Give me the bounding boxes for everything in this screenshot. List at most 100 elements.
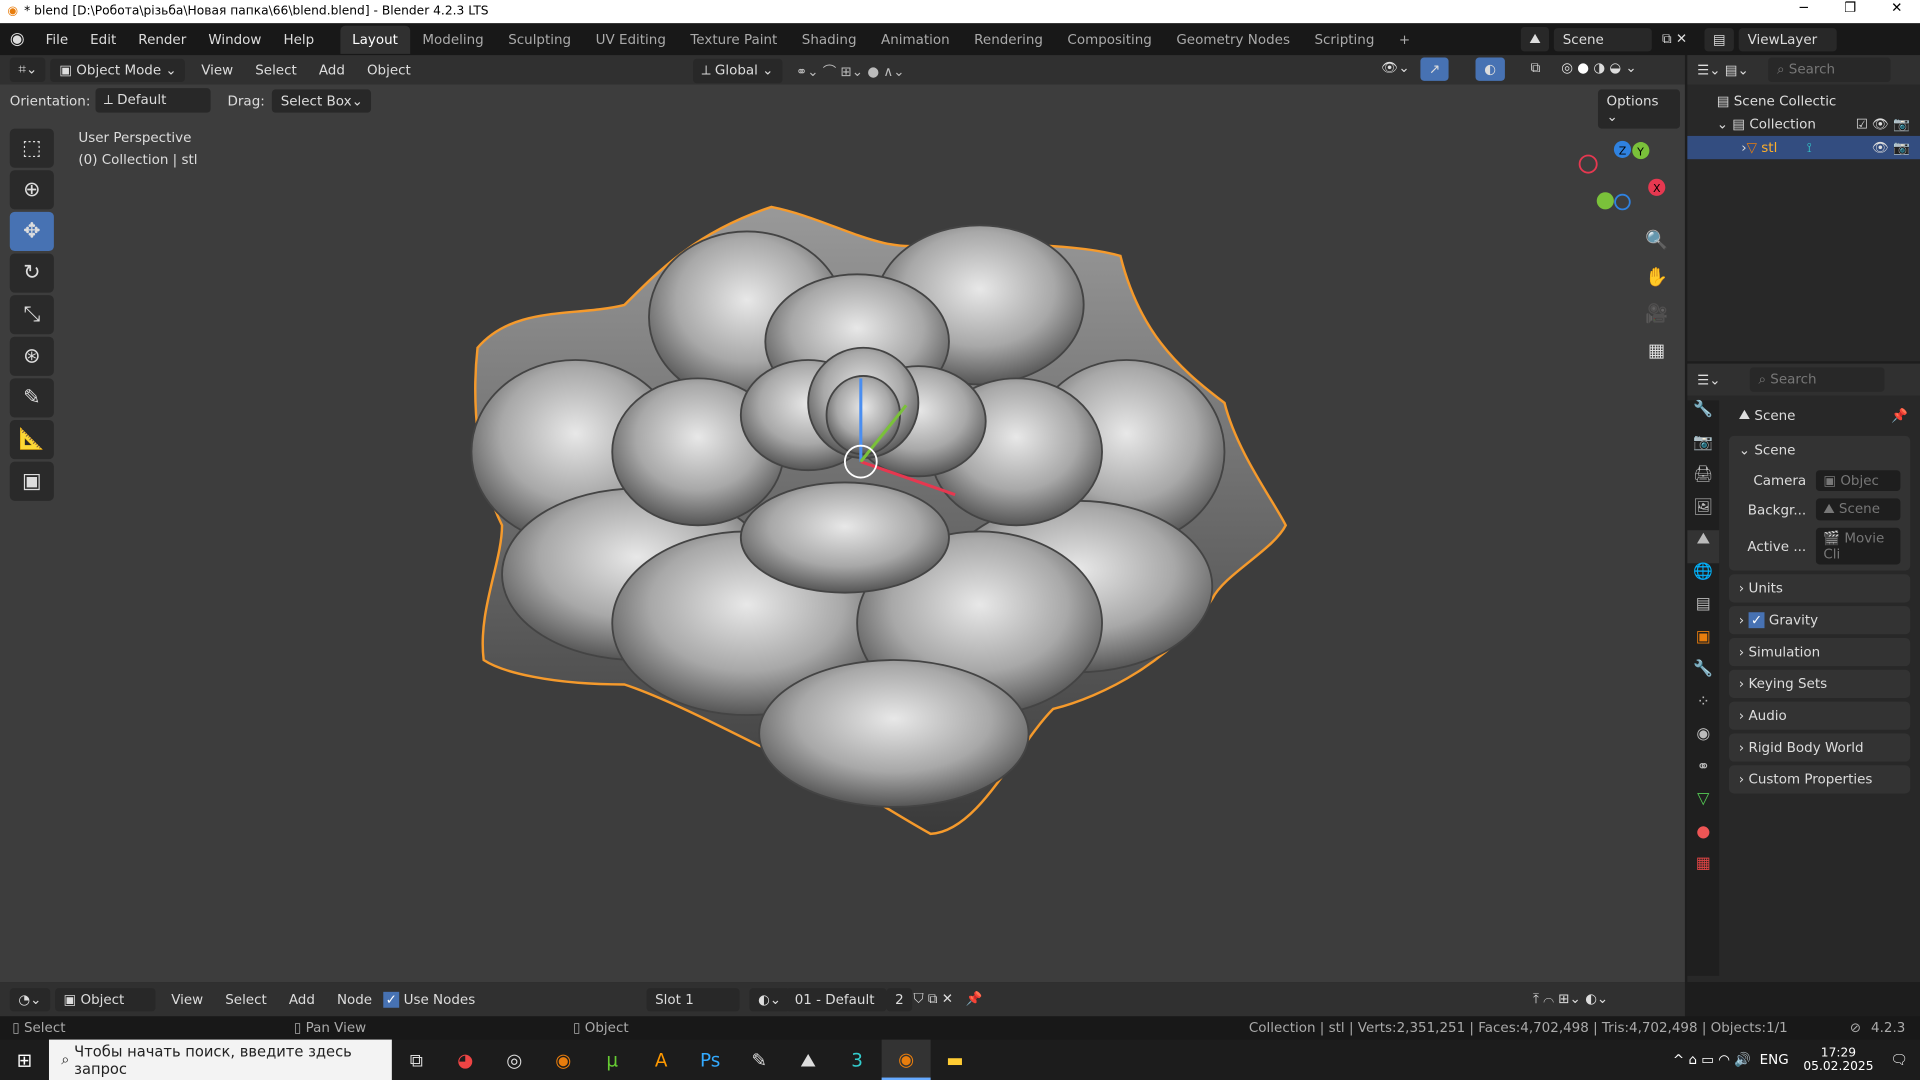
minimize-button[interactable]: ─ <box>1780 0 1827 16</box>
scene-panel-header[interactable]: ⌄ Scene <box>1739 442 1901 458</box>
texture-tab-icon[interactable]: ▦ <box>1687 855 1719 887</box>
tab-sculpting[interactable]: Sculpting <box>496 25 583 53</box>
notifications-icon[interactable]: 🗨 <box>1891 1052 1908 1068</box>
3d-viewport[interactable]: User Perspective (0) Collection | stl ⬚ … <box>0 84 1685 983</box>
app-icon[interactable]: ◎ <box>490 1040 539 1080</box>
mode-dropdown[interactable]: ▣ Object Mode ⌄ <box>50 58 186 82</box>
shader-type-dropdown[interactable]: ▣ Object <box>54 987 156 1011</box>
tab-shading[interactable]: Shading <box>790 25 869 53</box>
particles-tab-icon[interactable]: ⁘ <box>1687 692 1719 724</box>
tab-rendering[interactable]: Rendering <box>962 25 1055 53</box>
world-tab-icon[interactable]: 🌐 <box>1687 563 1719 595</box>
visibility-icon[interactable]: 👁⌄ <box>1381 60 1409 76</box>
slot-dropdown[interactable]: Slot 1 <box>646 988 740 1012</box>
menu-add[interactable]: Add <box>278 991 326 1007</box>
measure-tool-icon[interactable]: 📐 <box>9 420 54 460</box>
pin-icon[interactable]: 📌 <box>1891 407 1908 423</box>
section-gravity[interactable]: › ✓ Gravity <box>1728 606 1911 635</box>
tab-uv-editing[interactable]: UV Editing <box>583 25 678 53</box>
material-name-field[interactable]: 01 - Default <box>786 988 887 1012</box>
utorrent-icon[interactable]: µ <box>588 1040 637 1080</box>
restore-button[interactable]: ❐ <box>1827 0 1874 16</box>
tab-texture-paint[interactable]: Texture Paint <box>678 25 789 53</box>
scene-tab-icon[interactable]: ⛰ <box>1687 530 1720 563</box>
properties-search-input[interactable]: ⌕ Search <box>1749 367 1885 392</box>
camera-field[interactable]: ▣ Objec <box>1815 470 1901 492</box>
tab-modeling[interactable]: Modeling <box>410 25 496 53</box>
menu-view[interactable]: View <box>190 62 244 78</box>
move-tool-icon[interactable]: ✥ <box>9 211 54 252</box>
object-tab-icon[interactable]: ▣ <box>1687 628 1719 660</box>
editor-type-icon[interactable]: ⌗⌄ <box>9 57 46 83</box>
ortho-grid-icon[interactable]: ▦ <box>1641 334 1673 366</box>
menu-render[interactable]: Render <box>127 31 197 47</box>
inkscape-icon[interactable]: ⛰ <box>784 1040 833 1080</box>
menu-edit[interactable]: Edit <box>79 31 127 47</box>
zoom-icon[interactable]: 🔍 <box>1641 224 1673 256</box>
scene-field[interactable]: Scene <box>1554 27 1653 51</box>
transform-tool-icon[interactable]: ⊛ <box>9 336 54 376</box>
xd-pen-icon[interactable]: ✎ <box>735 1040 784 1080</box>
header-right-icons[interactable]: ⤒ ⌒ ⊞⌄ ◐⌄ <box>1533 991 1608 1008</box>
menu-object[interactable]: Object <box>356 62 422 78</box>
windows-start-icon[interactable]: ⊞ <box>0 1040 49 1080</box>
transform-orientation-dropdown[interactable]: ⟂ Global ⌄ <box>693 58 783 84</box>
drag-dropdown[interactable]: Select Box⌄ <box>272 88 372 113</box>
editor-type-icon[interactable]: ◔⌄ <box>9 987 50 1011</box>
3d-app-icon[interactable]: 3 <box>833 1040 882 1080</box>
section-custom-properties[interactable]: › Custom Properties <box>1728 765 1911 794</box>
data-tab-icon[interactable]: ▽ <box>1687 790 1719 822</box>
tab-scripting[interactable]: Scripting <box>1302 25 1386 53</box>
view-layer-icon[interactable]: ▤ <box>1704 27 1735 51</box>
tab-layout[interactable]: Layout <box>339 25 411 54</box>
view-layer-tab-icon[interactable]: 🖼 <box>1687 498 1719 530</box>
output-tab-icon[interactable]: 🖨 <box>1687 465 1719 497</box>
snap-icons[interactable]: ⚭⌄ ⌒ ⊞⌄ ● ∧⌄ <box>796 61 905 81</box>
material-browse-icon[interactable]: ◐⌄ <box>749 988 790 1012</box>
menu-node[interactable]: Node <box>326 991 383 1007</box>
physics-tab-icon[interactable]: ◉ <box>1687 725 1719 757</box>
chrome-icon[interactable]: ◕ <box>441 1040 490 1080</box>
rotate-tool-icon[interactable]: ↻ <box>9 253 54 293</box>
illustrator-icon[interactable]: A <box>637 1040 686 1080</box>
navigation-gizmo[interactable]: X Z Y <box>1573 133 1671 219</box>
add-workspace-icon[interactable]: + <box>1387 25 1423 53</box>
modifier-tab-icon[interactable]: 🔧 <box>1687 660 1719 692</box>
language-indicator[interactable]: ENG <box>1760 1052 1789 1068</box>
orientation-dropdown[interactable]: ⟂ Default <box>95 88 211 113</box>
tab-compositing[interactable]: Compositing <box>1055 25 1164 53</box>
section-units[interactable]: › Units <box>1728 574 1911 603</box>
pan-hand-icon[interactable]: ✋ <box>1641 261 1673 293</box>
outliner-editor-icon[interactable]: ☰⌄ ▤⌄ <box>1697 62 1749 78</box>
active-clip-field[interactable]: 🎬 Movie Cli <box>1815 527 1901 565</box>
clock[interactable]: 17:29 05.02.2025 <box>1803 1046 1873 1073</box>
task-view-icon[interactable]: ⧉ <box>392 1040 441 1080</box>
photoshop-icon[interactable]: Ps <box>686 1040 735 1080</box>
section-audio[interactable]: › Audio <box>1728 701 1911 730</box>
annotate-tool-icon[interactable]: ✎ <box>9 378 54 418</box>
shading-modes-icon[interactable]: ◎ ● ◑ ◒ ⌄ <box>1561 60 1636 76</box>
gizmo-toggle-icon[interactable]: ↗ <box>1420 57 1449 81</box>
scale-tool-icon[interactable]: ⤡ <box>9 295 54 335</box>
render-tab-icon[interactable]: 📷 <box>1687 433 1719 465</box>
tab-geometry-nodes[interactable]: Geometry Nodes <box>1164 25 1302 53</box>
menu-select[interactable]: Select <box>214 991 278 1007</box>
outliner-collection[interactable]: ⌄ ▤ Collection ☑ 👁 📷 <box>1687 113 1920 136</box>
blender-menu-icon[interactable]: ◉ <box>0 29 35 49</box>
scene-selector-icon[interactable]: ⛰ <box>1520 26 1550 52</box>
new-scene-icon[interactable]: ⧉ ✕ <box>1662 31 1687 48</box>
material-users-count[interactable]: 2 <box>886 988 913 1012</box>
outliner-search-input[interactable]: ⌕ Search <box>1768 57 1891 83</box>
outliner-scene-collection[interactable]: ▤ Scene Collectic <box>1687 89 1920 112</box>
tab-animation[interactable]: Animation <box>869 25 962 53</box>
menu-add[interactable]: Add <box>308 62 356 78</box>
close-button[interactable]: ✕ <box>1873 0 1920 16</box>
section-keying-sets[interactable]: › Keying Sets <box>1728 669 1911 698</box>
taskbar-search-input[interactable]: ⌕ Чтобы начать поиск, введите здесь запр… <box>48 1039 392 1080</box>
blender-taskbar-icon[interactable]: ◉ <box>539 1040 588 1080</box>
tool-tab-icon[interactable]: 🔧 <box>1687 400 1719 432</box>
camera-view-icon[interactable]: 🎥 <box>1641 298 1673 330</box>
cursor-tool-icon[interactable]: ⊕ <box>9 170 54 210</box>
section-simulation[interactable]: › Simulation <box>1728 637 1911 667</box>
properties-editor-icon[interactable]: ☰⌄ <box>1697 372 1720 388</box>
